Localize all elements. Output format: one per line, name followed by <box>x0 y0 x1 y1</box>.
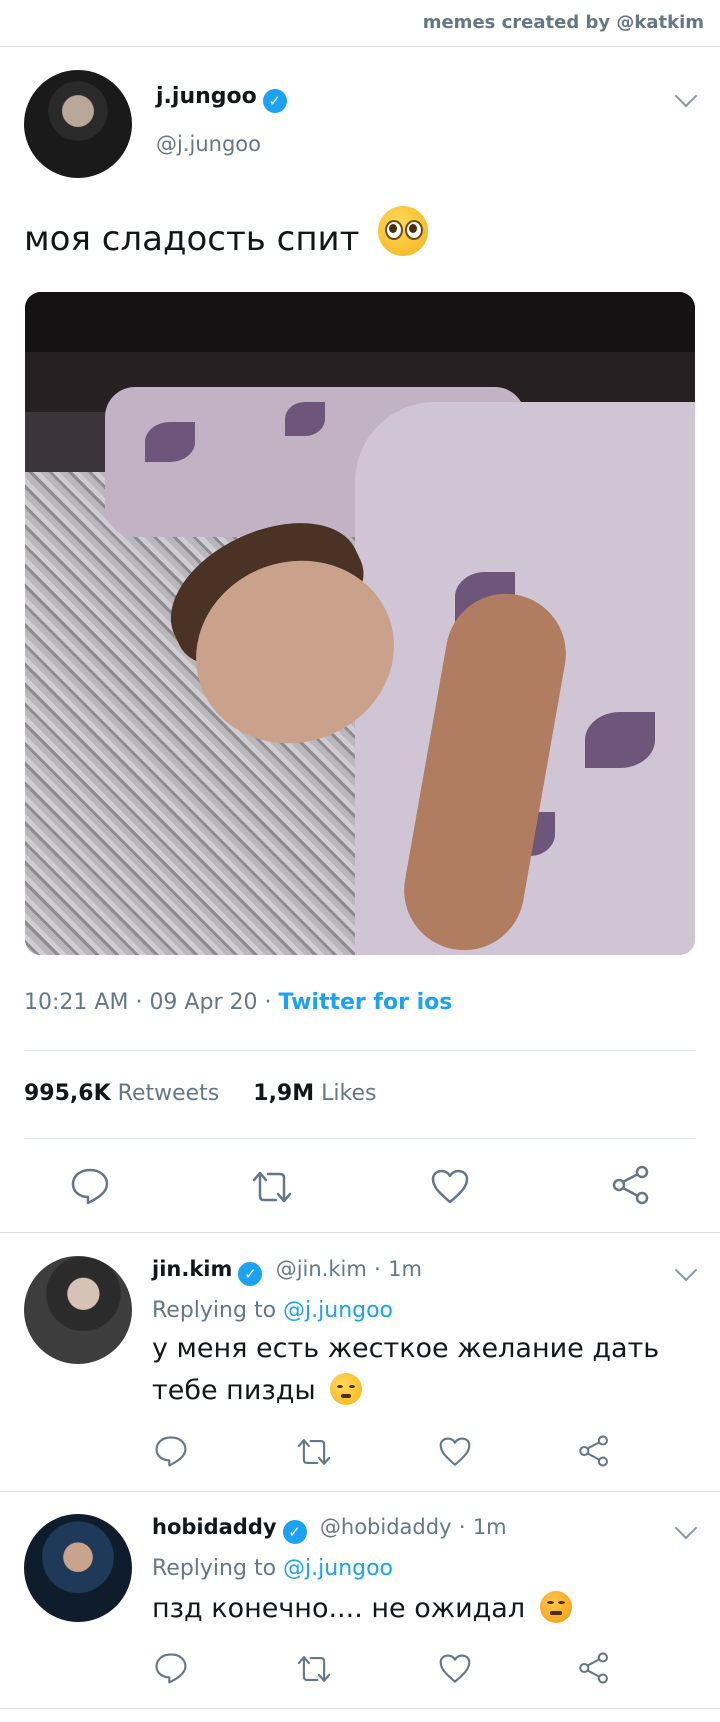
replying-to-link[interactable]: @j.jungoo <box>283 1556 393 1581</box>
reply-text: пзд конечно.... не ожидал <box>152 1588 572 1630</box>
retweet-icon[interactable] <box>295 1436 333 1468</box>
like-icon[interactable] <box>430 1168 470 1206</box>
tweet-photo[interactable] <box>25 292 695 955</box>
author-handle[interactable]: @j.jungoo <box>156 132 261 156</box>
retweet-icon[interactable] <box>295 1653 333 1685</box>
reply-author-name[interactable]: jin.kim <box>152 1257 232 1281</box>
tweet-date: 09 Apr 20 <box>149 990 258 1015</box>
retweets-stat[interactable]: 995,6K Retweets <box>24 1081 219 1106</box>
reply-text: у меня есть жесткое желание дать тебе пи… <box>152 1333 660 1406</box>
steam-face-emoji-icon <box>330 1373 363 1405</box>
reply-avatar[interactable] <box>24 1256 132 1364</box>
chevron-down-icon[interactable] <box>674 1516 698 1540</box>
divider <box>24 1050 696 1051</box>
author-avatar[interactable] <box>24 70 132 178</box>
reply-icon[interactable] <box>154 1434 188 1468</box>
replying-to: Replying to @j.jungoo <box>152 1556 394 1581</box>
reply-author-name[interactable]: hobidaddy <box>152 1515 277 1539</box>
reply-author-handle[interactable]: @hobidaddy <box>320 1515 452 1539</box>
tweet-text: моя сладость спит <box>24 206 429 259</box>
like-icon[interactable] <box>438 1436 472 1468</box>
share-icon[interactable] <box>577 1434 611 1468</box>
divider <box>0 1232 720 1233</box>
like-icon[interactable] <box>438 1653 472 1685</box>
confounded-face-emoji-icon <box>539 1591 572 1623</box>
reply-time: 1m <box>472 1515 507 1539</box>
reply-author-handle[interactable]: @jin.kim <box>276 1257 367 1281</box>
share-icon[interactable] <box>610 1164 652 1206</box>
credit-text: memes created by @katkim <box>422 12 704 33</box>
retweet-icon[interactable] <box>250 1168 294 1206</box>
verified-badge-icon: ✓ <box>262 89 287 113</box>
top-divider <box>0 46 720 47</box>
tweet-time: 10:21 AM <box>24 990 129 1015</box>
reply-avatar[interactable] <box>24 1514 132 1622</box>
divider <box>24 1138 696 1139</box>
tweet-source-link[interactable]: Twitter for ios <box>278 990 452 1015</box>
tweet-text-content: моя сладость спит <box>24 219 360 259</box>
author-name: j.jungoo <box>156 84 257 109</box>
likes-stat[interactable]: 1,9M Likes <box>253 1081 376 1106</box>
share-icon[interactable] <box>577 1651 611 1685</box>
author-name-row[interactable]: j.jungoo ✓ <box>156 84 287 113</box>
chevron-down-icon[interactable] <box>674 1258 698 1282</box>
reply-icon[interactable] <box>70 1166 110 1206</box>
reply-time: 1m <box>388 1257 422 1281</box>
reply-author-row: hobidaddy ✓ @hobidaddy · 1m <box>152 1515 507 1544</box>
tweet-stats: 995,6K Retweets 1,9M Likes <box>24 1081 376 1106</box>
divider <box>0 1491 720 1492</box>
reply-author-row: jin.kim ✓ @jin.kim · 1m <box>152 1257 422 1286</box>
chevron-down-icon[interactable] <box>674 84 698 108</box>
verified-badge-icon: ✓ <box>238 1262 263 1286</box>
pleading-face-emoji-icon <box>378 206 429 256</box>
divider <box>0 1708 720 1709</box>
reply-icon[interactable] <box>154 1651 188 1685</box>
tweet-meta: 10:21 AM · 09 Apr 20 · Twitter for ios <box>24 990 453 1015</box>
replying-to-link[interactable]: @j.jungoo <box>283 1298 393 1323</box>
verified-badge-icon: ✓ <box>282 1520 307 1544</box>
replying-to: Replying to @j.jungoo <box>152 1298 394 1323</box>
